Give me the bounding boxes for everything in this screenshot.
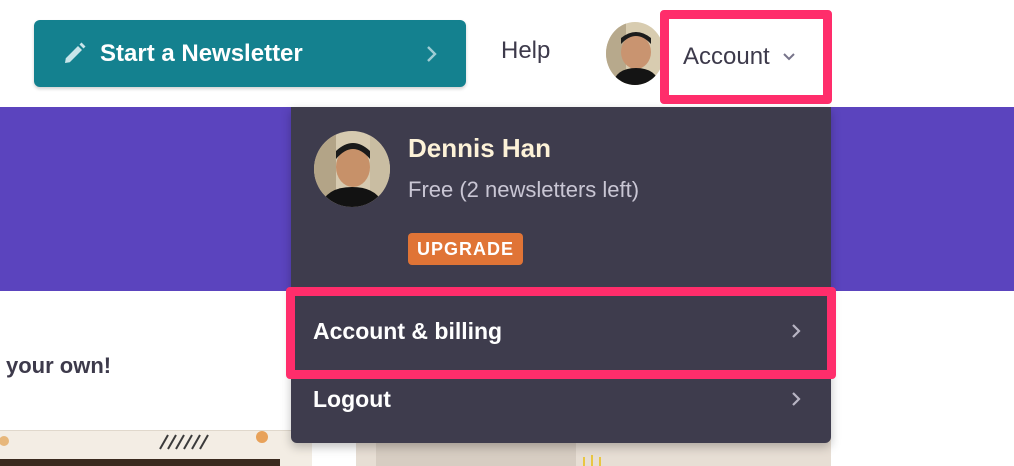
upgrade-button[interactable]: UPGRADE [408,233,524,265]
section-heading: your own! [6,353,112,378]
menu-item-label: Account & billing [313,317,503,344]
chevron-right-icon [789,322,803,340]
pencil-icon [60,40,88,68]
plan-status: Free (2 newsletters left) [408,177,640,202]
start-newsletter-label: Start a Newsletter [100,39,303,67]
user-name: Dennis Han [408,133,552,163]
help-link[interactable]: Help [501,37,550,65]
account-dropdown: Dennis Han Free (2 newsletters left) UPG… [291,107,831,443]
account-menu-button[interactable]: Account [660,10,832,104]
chevron-right-icon [424,45,440,63]
start-newsletter-button[interactable]: Start a Newsletter [34,20,466,87]
menu-item-label: Logout [313,385,391,412]
avatar[interactable] [606,22,664,85]
avatar [314,131,390,207]
newsletter-card-thumbnail[interactable] [0,430,312,466]
menu-item-account-billing[interactable]: Account & billing [291,301,831,361]
menu-item-logout[interactable]: Logout [291,369,831,429]
chevron-down-icon [782,51,798,63]
chevron-right-icon [789,390,803,408]
account-label: Account [683,43,770,70]
